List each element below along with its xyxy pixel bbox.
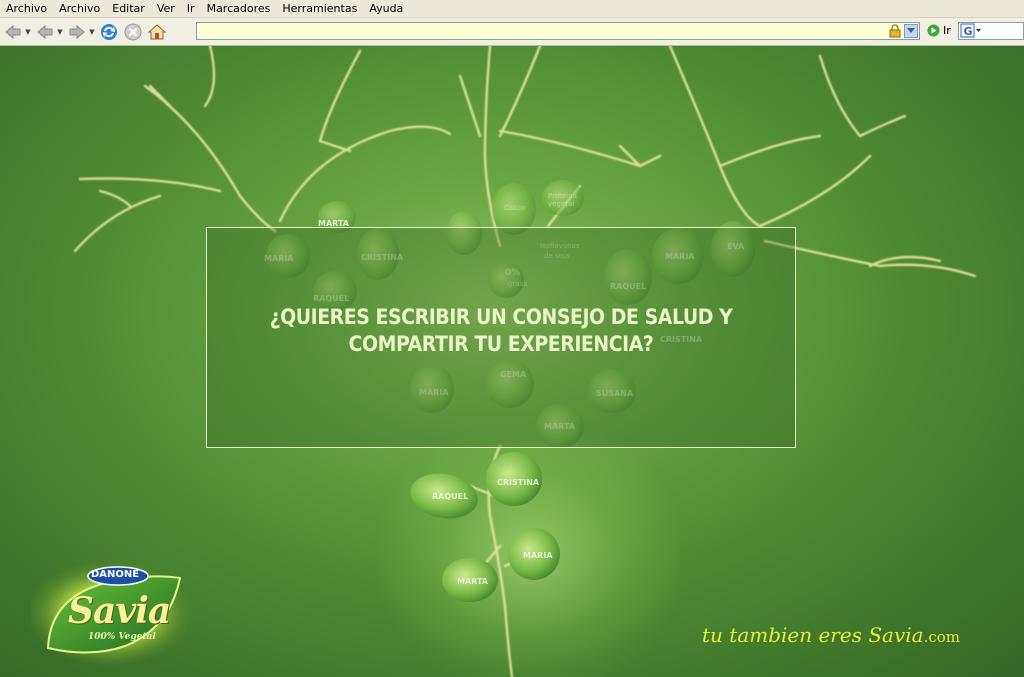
leaf-name: MARIA bbox=[523, 551, 553, 560]
logo-brand: DANONE bbox=[91, 569, 140, 580]
svg-text:G: G bbox=[964, 25, 973, 38]
leaf-name: Proteina vegetal bbox=[548, 192, 577, 208]
leaf-name: CRISTINA bbox=[497, 478, 540, 487]
menu-ayuda[interactable]: Ayuda bbox=[363, 0, 409, 17]
search-icon: G bbox=[960, 23, 981, 38]
forward-history-dropdown[interactable]: ▼ bbox=[88, 21, 96, 43]
menu-archivo-2[interactable]: Archivo bbox=[53, 0, 106, 17]
go-label: Ir bbox=[943, 24, 951, 37]
logo-claim: 100% Vegetal bbox=[88, 632, 156, 642]
lock-icon bbox=[889, 24, 901, 38]
logo-product: Savia bbox=[68, 590, 171, 632]
search-box[interactable]: G bbox=[958, 22, 1024, 40]
headline-box[interactable]: ¿QUIERES ESCRIBIR UN CONSEJO DE SALUD Y … bbox=[206, 227, 796, 448]
home-icon bbox=[147, 23, 167, 39]
tagline[interactable]: tu tambien eres Savia.com bbox=[702, 623, 960, 647]
address-bar[interactable] bbox=[196, 22, 920, 43]
leaf-name: MARTA bbox=[457, 577, 488, 586]
reload-icon bbox=[101, 23, 117, 40]
leaf-name: RAQUEL bbox=[432, 492, 469, 501]
savia-logo[interactable]: DANONE Savia 100% Vegetal bbox=[28, 558, 200, 668]
headline-line-2: COMPARTIR TU EXPERIENCIA? bbox=[348, 332, 654, 356]
back-icon bbox=[5, 24, 21, 39]
forward-button[interactable] bbox=[66, 21, 88, 43]
menu-marcadores[interactable]: Marcadores bbox=[201, 0, 277, 17]
headline: ¿QUIERES ESCRIBIR UN CONSEJO DE SALUD Y … bbox=[236, 304, 765, 358]
go-button[interactable]: Ir bbox=[927, 24, 951, 37]
headline-line-1: ¿QUIERES ESCRIBIR UN CONSEJO DE SALUD Y bbox=[269, 305, 733, 329]
forward-icon bbox=[69, 24, 85, 39]
back-button-2[interactable] bbox=[34, 21, 56, 43]
tagline-suffix: .com bbox=[923, 628, 961, 646]
leaf-name: Calcio bbox=[504, 204, 526, 212]
address-history-dropdown[interactable] bbox=[904, 24, 918, 38]
navigation-toolbar: ▼ ▼ ▼ Ir G bbox=[0, 18, 1024, 46]
web-page-content: MARTA MARIA CRISTINA RAQUEL Calcio Prote… bbox=[0, 46, 1024, 677]
back-history-dropdown[interactable]: ▼ bbox=[24, 21, 32, 43]
menu-editar[interactable]: Editar bbox=[106, 0, 151, 17]
menu-ver[interactable]: Ver bbox=[151, 0, 181, 17]
menu-herramientas[interactable]: Herramientas bbox=[276, 0, 363, 17]
menu-archivo[interactable]: Archivo bbox=[0, 0, 53, 17]
chevron-down-icon bbox=[907, 28, 915, 33]
menu-bar: Archivo Archivo Editar Ver Ir Marcadores… bbox=[0, 0, 1024, 18]
back-icon bbox=[37, 24, 53, 39]
back-button[interactable] bbox=[2, 21, 24, 43]
go-icon bbox=[927, 24, 940, 37]
back-history-dropdown-2[interactable]: ▼ bbox=[56, 21, 64, 43]
address-input[interactable] bbox=[197, 26, 883, 43]
stop-button[interactable] bbox=[122, 21, 144, 43]
tagline-main: tu tambien eres Savia bbox=[702, 623, 924, 647]
home-button[interactable] bbox=[146, 21, 168, 43]
menu-ir[interactable]: Ir bbox=[181, 0, 201, 17]
stop-icon bbox=[124, 23, 142, 40]
reload-button[interactable] bbox=[98, 21, 120, 43]
